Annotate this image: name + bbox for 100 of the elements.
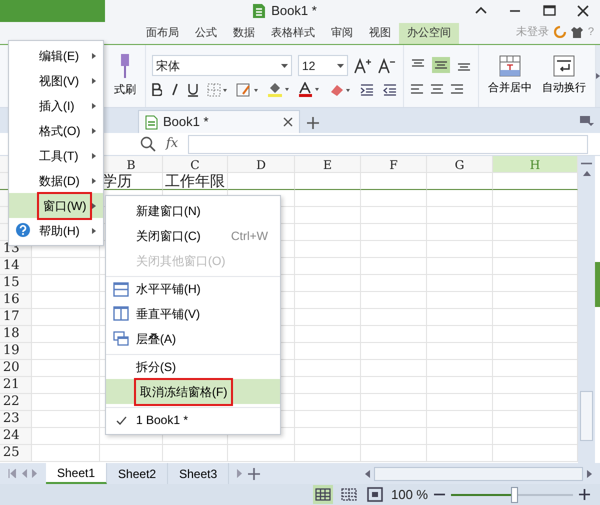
cascade-windows-icon	[113, 331, 129, 346]
menu-item[interactable]: 关闭窗口(C) Ctrl+W	[106, 223, 280, 248]
column-header[interactable]: D	[228, 156, 295, 173]
row-number[interactable]: 15	[0, 275, 32, 292]
ribbon-tab[interactable]: 公式	[187, 22, 225, 44]
row-number[interactable]: 19	[0, 343, 32, 360]
reading-view-button[interactable]	[365, 485, 386, 504]
scroll-right-icon[interactable]	[587, 470, 592, 478]
indent-icon[interactable]	[360, 82, 374, 96]
menu-item[interactable]: 新建窗口(N)	[106, 198, 280, 223]
zoom-level: 100 %	[391, 486, 428, 504]
shirt-icon[interactable]	[570, 26, 583, 38]
menu-item[interactable]: 数据(D)	[9, 168, 103, 193]
expand-arrow-icon[interactable]	[596, 73, 600, 79]
zoom-out-icon[interactable]	[434, 493, 445, 496]
row-number[interactable]: 25	[0, 445, 32, 462]
font-name-field[interactable]: 宋体	[152, 55, 292, 76]
borders-icon[interactable]	[207, 82, 227, 96]
sheet-tab[interactable]: Sheet1	[46, 463, 108, 484]
align-center-icon[interactable]	[430, 83, 444, 95]
fill-color-icon[interactable]	[267, 82, 289, 97]
checkmark-icon	[116, 415, 126, 425]
menu-item[interactable]: 视图(V)	[9, 68, 103, 93]
row-number[interactable]: 18	[0, 326, 32, 343]
side-panel-handle[interactable]	[595, 262, 600, 307]
ribbon-tab[interactable]: 数据	[225, 22, 263, 44]
ribbon-tab[interactable]: 审阅	[323, 22, 361, 44]
italic-icon[interactable]	[171, 83, 179, 96]
table-cell	[361, 411, 427, 428]
row-number[interactable]: 20	[0, 360, 32, 377]
menu-item[interactable]: 水平平铺(H)	[106, 276, 280, 301]
scroll-thumb[interactable]	[374, 466, 583, 480]
document-tab[interactable]: Book1 *	[138, 110, 300, 133]
row-number[interactable]: 24	[0, 428, 32, 445]
table-cell	[427, 275, 493, 292]
menu-item[interactable]: 帮助(H)	[9, 218, 103, 243]
submenu-arrow-icon	[92, 103, 96, 109]
scroll-thumb[interactable]	[580, 391, 593, 441]
ribbon-tab[interactable]: 办公空间	[399, 22, 459, 44]
ribbon-tab[interactable]: 表格样式	[263, 22, 323, 44]
normal-view-button[interactable]	[313, 485, 334, 504]
format-painter-button[interactable]: 式刷	[111, 53, 139, 99]
menu-item[interactable]: 取消冻结窗格(F)	[106, 379, 280, 404]
zoom-search-icon[interactable]	[140, 136, 156, 152]
row-number[interactable]: 21	[0, 377, 32, 394]
ribbon-tab[interactable]: 视图	[361, 22, 399, 44]
column-header[interactable]: E	[295, 156, 361, 173]
row-number[interactable]: 22	[0, 394, 32, 411]
table-cell	[361, 326, 427, 343]
close-icon	[575, 4, 591, 18]
zoom-slider-thumb[interactable]	[511, 486, 518, 502]
row-number[interactable]: 14	[0, 258, 32, 275]
scroll-up-icon[interactable]	[582, 171, 590, 176]
align-middle-icon[interactable]	[432, 57, 450, 73]
underline-icon[interactable]	[188, 82, 198, 96]
table-cell	[427, 377, 493, 394]
spreadsheet-icon	[145, 114, 158, 130]
menu-item[interactable]: 窗口(W)	[9, 193, 103, 218]
menu-item[interactable]: 垂直平铺(V)	[106, 301, 280, 326]
menu-item[interactable]: 层叠(A)	[106, 326, 280, 351]
menu-item[interactable]: 1 Book1 *	[106, 407, 280, 432]
table-cell	[295, 343, 361, 360]
cell-style-icon[interactable]	[236, 82, 258, 96]
align-left-icon[interactable]	[410, 83, 424, 95]
column-header[interactable]: G	[427, 156, 493, 173]
caret-icon	[337, 64, 344, 68]
menu-item[interactable]: 编辑(E)	[9, 43, 103, 68]
font-size-field[interactable]: 12	[298, 55, 348, 76]
grow-font-icon[interactable]	[354, 58, 372, 74]
outdent-icon[interactable]	[383, 82, 397, 96]
row-number[interactable]: 23	[0, 411, 32, 428]
wrap-text-button[interactable]: 自动换行	[539, 55, 589, 97]
function-button[interactable]: fx	[166, 134, 178, 154]
table-cell	[228, 445, 295, 462]
bold-icon[interactable]	[152, 83, 162, 96]
ribbon-tab[interactable]: 面布局	[138, 22, 187, 44]
split-handle-icon[interactable]	[581, 162, 592, 165]
shrink-font-icon[interactable]	[378, 58, 396, 74]
row-number[interactable]: 17	[0, 309, 32, 326]
column-header[interactable]: F	[361, 156, 427, 173]
menu-item[interactable]: 工具(T)	[9, 143, 103, 168]
scroll-left-icon[interactable]	[365, 470, 370, 478]
column-header[interactable]: C	[163, 156, 228, 173]
tab-list-icon[interactable]	[580, 114, 594, 126]
close-icon[interactable]	[283, 117, 293, 127]
eraser-icon[interactable]	[329, 82, 351, 96]
table-cell	[295, 275, 361, 292]
table-cell	[295, 173, 361, 190]
row-number[interactable]: 16	[0, 292, 32, 309]
zoom-in-icon[interactable]	[579, 489, 590, 500]
table-cell	[100, 445, 163, 462]
caret-icon	[281, 64, 288, 68]
merge-center-button[interactable]: 合并居中	[485, 55, 535, 97]
menu-item[interactable]: 插入(I)	[9, 93, 103, 118]
font-color-icon[interactable]	[298, 82, 320, 97]
menu-item[interactable]: 格式(O)	[9, 118, 103, 143]
formula-input-field[interactable]	[188, 134, 588, 154]
align-right-icon[interactable]	[450, 83, 464, 95]
add-sheet-icon[interactable]	[248, 468, 260, 480]
table-cell	[295, 445, 361, 462]
